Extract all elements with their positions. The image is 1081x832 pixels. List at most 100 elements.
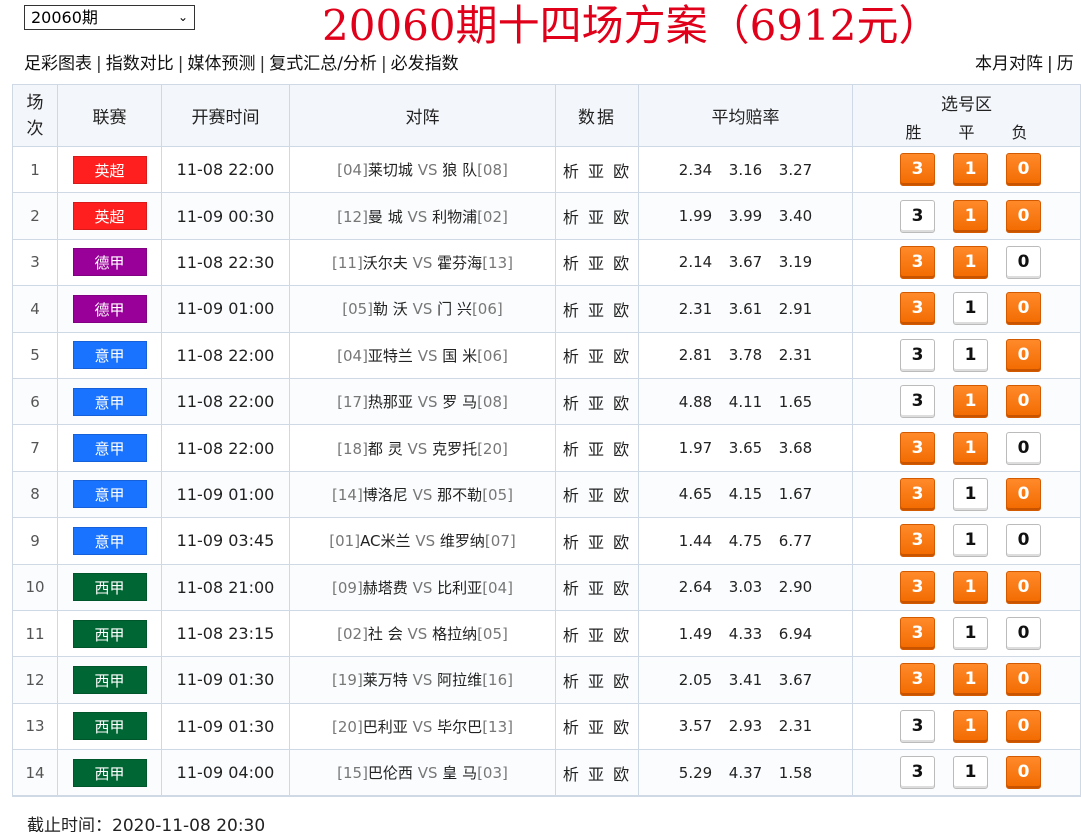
league-badge[interactable]: 德甲 — [72, 248, 147, 277]
away-team[interactable]: 皇 马 — [442, 764, 477, 782]
pick-draw-button[interactable]: 1 — [953, 431, 988, 465]
data-links[interactable]: 析 亚 欧 — [555, 470, 639, 519]
pick-win-button[interactable]: 3 — [900, 292, 935, 326]
period-select[interactable]: 20060期 ⌄ — [24, 5, 195, 30]
pick-win-button[interactable]: 3 — [900, 153, 935, 187]
away-team[interactable]: 那不勒 — [437, 486, 482, 504]
away-team[interactable]: 阿拉维 — [437, 671, 482, 689]
pick-draw-button[interactable]: 1 — [953, 756, 988, 790]
away-team[interactable]: 利物浦 — [432, 208, 477, 226]
nav-link-combo-summary[interactable]: 复式汇总/分析 — [269, 54, 377, 74]
nav-link-chart[interactable]: 足彩图表 — [24, 54, 92, 74]
pick-lose-button[interactable]: 0 — [1006, 709, 1041, 743]
pick-win-button[interactable]: 3 — [900, 385, 935, 419]
league-badge[interactable]: 意甲 — [72, 387, 147, 416]
pick-lose-button[interactable]: 0 — [1006, 617, 1041, 651]
pick-lose-button[interactable]: 0 — [1006, 756, 1041, 790]
pick-draw-button[interactable]: 1 — [953, 153, 988, 187]
league-badge[interactable]: 西甲 — [72, 573, 147, 602]
data-links[interactable]: 析 亚 欧 — [555, 145, 639, 194]
nav-link-media-forecast[interactable]: 媒体预测 — [187, 54, 255, 74]
data-links[interactable]: 析 亚 欧 — [555, 517, 639, 565]
pick-win-button[interactable]: 3 — [900, 663, 935, 697]
pick-draw-button[interactable]: 1 — [953, 292, 988, 326]
away-team[interactable]: 格拉纳 — [432, 625, 477, 643]
away-team[interactable]: 比利亚 — [437, 579, 482, 597]
pick-draw-button[interactable]: 1 — [953, 524, 988, 558]
home-team[interactable]: 曼 城 — [368, 208, 403, 226]
home-team[interactable]: 社 会 — [368, 625, 403, 643]
pick-lose-button[interactable]: 0 — [1006, 199, 1041, 233]
home-team[interactable]: 都 灵 — [368, 440, 403, 458]
home-team[interactable]: AC米兰 — [360, 532, 410, 550]
league-badge[interactable]: 西甲 — [72, 758, 147, 787]
pick-lose-button[interactable]: 0 — [1006, 385, 1041, 419]
pick-win-button[interactable]: 3 — [900, 199, 935, 233]
pick-draw-button[interactable]: 1 — [953, 245, 988, 279]
nav-link-betfair-index[interactable]: 必发指数 — [391, 54, 459, 74]
home-team[interactable]: 热那亚 — [368, 393, 413, 411]
away-team[interactable]: 克罗托 — [432, 440, 477, 458]
pick-draw-button[interactable]: 1 — [953, 199, 988, 233]
league-badge[interactable]: 西甲 — [72, 619, 147, 648]
pick-lose-button[interactable]: 0 — [1006, 570, 1041, 604]
home-team[interactable]: 博洛尼 — [363, 486, 408, 504]
away-team[interactable]: 国 米 — [442, 347, 477, 365]
data-links[interactable]: 析 亚 欧 — [555, 609, 639, 658]
pick-lose-button[interactable]: 0 — [1006, 292, 1041, 326]
data-links[interactable]: 析 亚 欧 — [555, 424, 639, 472]
nav-link-history[interactable]: 历 — [1057, 54, 1074, 74]
pick-lose-button[interactable]: 0 — [1006, 245, 1041, 279]
away-team[interactable]: 罗 马 — [442, 393, 477, 411]
pick-lose-button[interactable]: 0 — [1006, 477, 1041, 511]
pick-draw-button[interactable]: 1 — [953, 570, 988, 604]
pick-lose-button[interactable]: 0 — [1006, 524, 1041, 558]
data-links[interactable]: 析 亚 欧 — [555, 238, 639, 287]
league-badge[interactable]: 英超 — [72, 202, 147, 231]
away-team[interactable]: 毕尔巴 — [437, 718, 482, 736]
pick-draw-button[interactable]: 1 — [953, 663, 988, 697]
data-links[interactable]: 析 亚 欧 — [555, 192, 639, 240]
home-team[interactable]: 莱万特 — [363, 671, 408, 689]
pick-lose-button[interactable]: 0 — [1006, 663, 1041, 697]
away-team[interactable]: 维罗纳 — [440, 532, 485, 550]
league-badge[interactable]: 意甲 — [72, 526, 147, 555]
home-team[interactable]: 沃尔夫 — [363, 254, 408, 272]
pick-win-button[interactable]: 3 — [900, 338, 935, 372]
league-badge[interactable]: 西甲 — [72, 712, 147, 741]
nav-link-month-fixtures[interactable]: 本月对阵 — [975, 54, 1043, 74]
pick-lose-button[interactable]: 0 — [1006, 338, 1041, 372]
away-team[interactable]: 狼 队 — [442, 161, 477, 179]
pick-lose-button[interactable]: 0 — [1006, 153, 1041, 187]
pick-win-button[interactable]: 3 — [900, 477, 935, 511]
pick-draw-button[interactable]: 1 — [953, 338, 988, 372]
pick-lose-button[interactable]: 0 — [1006, 431, 1041, 465]
pick-draw-button[interactable]: 1 — [953, 709, 988, 743]
league-badge[interactable]: 德甲 — [72, 294, 147, 323]
data-links[interactable]: 析 亚 欧 — [555, 285, 639, 333]
pick-win-button[interactable]: 3 — [900, 245, 935, 279]
data-links[interactable]: 析 亚 欧 — [555, 702, 639, 751]
pick-draw-button[interactable]: 1 — [953, 477, 988, 511]
data-links[interactable]: 析 亚 欧 — [555, 563, 639, 611]
pick-win-button[interactable]: 3 — [900, 431, 935, 465]
home-team[interactable]: 亚特兰 — [368, 347, 413, 365]
league-badge[interactable]: 意甲 — [72, 434, 147, 463]
data-links[interactable]: 析 亚 欧 — [555, 377, 639, 426]
pick-draw-button[interactable]: 1 — [953, 617, 988, 651]
pick-win-button[interactable]: 3 — [900, 709, 935, 743]
home-team[interactable]: 巴伦西 — [368, 764, 413, 782]
home-team[interactable]: 巴利亚 — [363, 718, 408, 736]
home-team[interactable]: 莱切城 — [368, 161, 413, 179]
home-team[interactable]: 勒 沃 — [373, 300, 408, 318]
away-team[interactable]: 门 兴 — [437, 300, 472, 318]
data-links[interactable]: 析 亚 欧 — [555, 749, 639, 797]
league-badge[interactable]: 英超 — [72, 155, 147, 184]
pick-win-button[interactable]: 3 — [900, 524, 935, 558]
league-badge[interactable]: 意甲 — [72, 341, 147, 370]
league-badge[interactable]: 意甲 — [72, 480, 147, 509]
pick-win-button[interactable]: 3 — [900, 756, 935, 790]
pick-win-button[interactable]: 3 — [900, 570, 935, 604]
data-links[interactable]: 析 亚 欧 — [555, 331, 639, 379]
home-team[interactable]: 赫塔费 — [363, 579, 408, 597]
